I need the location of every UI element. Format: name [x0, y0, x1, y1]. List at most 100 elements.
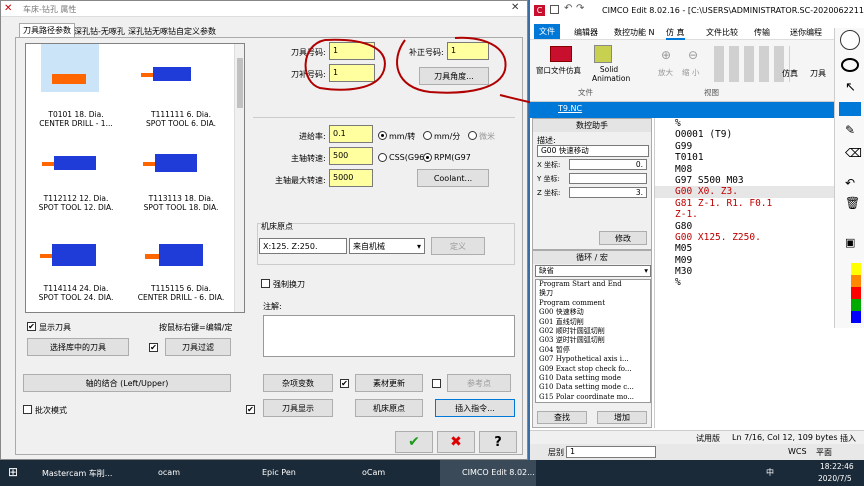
modify-button[interactable]: 修改: [599, 231, 647, 245]
eye-icon[interactable]: [841, 58, 859, 72]
code-line-current: G00 X0. Z3.: [655, 186, 853, 198]
zoom-in-label: 放大: [658, 68, 673, 77]
color-palette-icon[interactable]: [851, 263, 861, 323]
code-line: M05: [675, 243, 693, 255]
file-group-label: 文件: [578, 88, 593, 97]
pen-icon[interactable]: [839, 102, 861, 116]
ribbon-tab-simulate[interactable]: 仿 真: [666, 27, 685, 40]
list-item[interactable]: G07 Hypothetical axis i...: [539, 355, 650, 364]
cycle-list[interactable]: Program Start and End 换刀 Program comment…: [535, 279, 651, 403]
wcs-button[interactable]: WCS: [788, 447, 807, 456]
save-icon[interactable]: [550, 5, 559, 14]
ribbon-tab-nc[interactable]: 数控功能 N: [614, 27, 655, 38]
list-item[interactable]: G01 直线切削: [539, 318, 650, 327]
code-line: M08: [675, 163, 693, 175]
window-simulate-button[interactable]: 窗口文件仿真: [536, 65, 581, 76]
nc-assistant-panel: 数控助手 描述: G00 快速移动 X 坐标: 0. Y 坐标: Z 坐标: 3…: [532, 118, 652, 250]
list-item[interactable]: G15 Polar coordinate mo...: [539, 393, 650, 402]
doc-tab[interactable]: T9.NC: [558, 104, 582, 113]
simulate-button[interactable]: 仿真: [782, 68, 798, 79]
cycle-category-select[interactable]: 缺省 ▾: [535, 265, 651, 277]
ime-indicator[interactable]: 中: [766, 467, 774, 478]
chevron-down-icon: ▾: [644, 266, 648, 275]
list-item[interactable]: G04 暂停: [539, 346, 650, 355]
z-coord-label: Z 坐标:: [537, 189, 561, 197]
status-mode: 试用版: [696, 434, 720, 443]
list-item[interactable]: G02 顺时针圆弧切削: [539, 327, 650, 336]
trash-icon[interactable]: 🗑: [845, 196, 860, 210]
code-line: O0001 (T9): [675, 129, 733, 141]
view-group-label: 视图: [704, 88, 719, 97]
ribbon-body: 窗口文件仿真 Solid Animation 文件 ⊕ 放大 ⊖ 缩 小 视图 …: [530, 40, 864, 102]
cycle-panel: 循环 / 宏 缺省 ▾ Program Start and End 换刀 Prog…: [532, 250, 652, 428]
list-item[interactable]: Program Start and End: [539, 280, 650, 289]
code-line: %: [675, 118, 681, 129]
taskbar-item-epic-pen[interactable]: Epic Pen: [262, 468, 296, 477]
code-editor[interactable]: % O0001 (T9) G99 T0101 M08 G97 S500 M03 …: [654, 118, 853, 428]
code-line: G99: [675, 140, 693, 152]
ribbon-tab-file[interactable]: 文件: [534, 24, 560, 39]
eraser-icon[interactable]: ⌫: [845, 146, 862, 160]
ribbon-tab-editor[interactable]: 编辑器: [574, 27, 598, 38]
list-item[interactable]: G00 快速移动: [539, 308, 650, 317]
add-button[interactable]: 增加: [597, 411, 647, 424]
taskbar-item-ocam-2[interactable]: oCam: [362, 468, 385, 477]
zoom-out-label: 缩 小: [682, 68, 700, 77]
y-coord-field[interactable]: [569, 173, 647, 184]
taskbar-item-mastercam[interactable]: Mastercam 车削...: [42, 468, 112, 479]
marker-icon[interactable]: ✎: [845, 123, 855, 137]
camera-icon[interactable]: ▣: [845, 236, 855, 249]
ribbon-tab-compare[interactable]: 文件比较: [706, 27, 738, 38]
start-icon[interactable]: ⊞: [8, 465, 18, 479]
list-item[interactable]: G10 Data setting mode c...: [539, 383, 650, 392]
cimco-logo-icon: C: [534, 5, 545, 16]
cimco-title: CIMCO Edit 8.02.16 - [C:\USERS\ADMINISTR…: [602, 6, 864, 15]
code-line: M30: [675, 266, 693, 278]
code-line: G00 X125. Z250.: [675, 231, 761, 243]
redo-icon[interactable]: ↷: [576, 3, 584, 14]
list-item[interactable]: 换刀: [539, 289, 650, 298]
status-bar: 试用版 Ln 7/16, Col 12, 109 bytes 插入: [530, 430, 864, 444]
clock-time: 18:22:46: [820, 462, 854, 471]
code-line: G80: [675, 220, 693, 232]
ribbon-tab-transfer[interactable]: 传输: [754, 27, 770, 38]
pen-logo-icon[interactable]: [840, 30, 860, 50]
list-item[interactable]: G03 逆时针圆弧切削: [539, 336, 650, 345]
list-item[interactable]: Program comment: [539, 299, 650, 308]
taskbar: ⊞ Mastercam 车削... ocam Epic Pen oCam CIM…: [0, 460, 864, 486]
zoom-out-icon[interactable]: ⊖: [688, 48, 698, 62]
code-line: M09: [675, 254, 693, 266]
undo-pen-icon[interactable]: ↶: [845, 176, 855, 190]
cursor-icon[interactable]: ↖: [845, 80, 856, 95]
solid-animation-button[interactable]: Solid Animation: [592, 65, 630, 83]
solid-animation-icon[interactable]: [594, 45, 612, 63]
taskbar-item-cimco[interactable]: CIMCO Edit 8.02...: [462, 468, 535, 477]
tool-button[interactable]: 刀具: [810, 68, 826, 79]
cimco-window: C ↶ ↷ CIMCO Edit 8.02.16 - [C:\USERS\ADM…: [530, 0, 864, 460]
zoom-in-icon[interactable]: ⊕: [661, 48, 671, 62]
ribbon-tab-bar: 文件 编辑器 数控功能 N 仿 真 文件比较 传输 迷你编程: [530, 22, 864, 40]
x-coord-field[interactable]: 0.: [569, 159, 647, 170]
layer-select[interactable]: 1: [566, 446, 656, 458]
z-coord-field[interactable]: 3.: [569, 187, 647, 198]
y-coord-label: Y 坐标:: [537, 175, 560, 183]
x-coord-label: X 坐标:: [537, 161, 561, 169]
description-field[interactable]: G00 快速移动: [537, 145, 649, 157]
layer-label: 层别: [548, 448, 564, 457]
clock-date: 2020/7/5: [818, 474, 852, 483]
epic-pen-toolbar: ↖ ✎ ⌫ ↶ 🗑 ▣: [834, 28, 864, 328]
code-line: %: [675, 277, 681, 289]
window-simulate-icon[interactable]: [550, 46, 572, 62]
view-cube-icons[interactable]: [714, 46, 790, 82]
status-position: Ln 7/16, Col 12, 109 bytes: [732, 433, 838, 442]
taskbar-item-ocam-1[interactable]: ocam: [158, 468, 180, 477]
find-button[interactable]: 查找: [537, 411, 587, 424]
ribbon-tab-mini[interactable]: 迷你编程: [790, 27, 822, 38]
layer-bar: 层别 1 WCS 平面: [530, 444, 864, 460]
code-line: G81 Z-1. R1. F0.1: [675, 197, 773, 209]
list-item[interactable]: G09 Exact stop check fo...: [539, 365, 650, 374]
plane-button[interactable]: 平面: [816, 447, 832, 458]
list-item[interactable]: G10 Data setting mode: [539, 374, 650, 383]
nc-assistant-title: 数控助手: [533, 119, 651, 132]
undo-icon[interactable]: ↶: [564, 3, 572, 14]
